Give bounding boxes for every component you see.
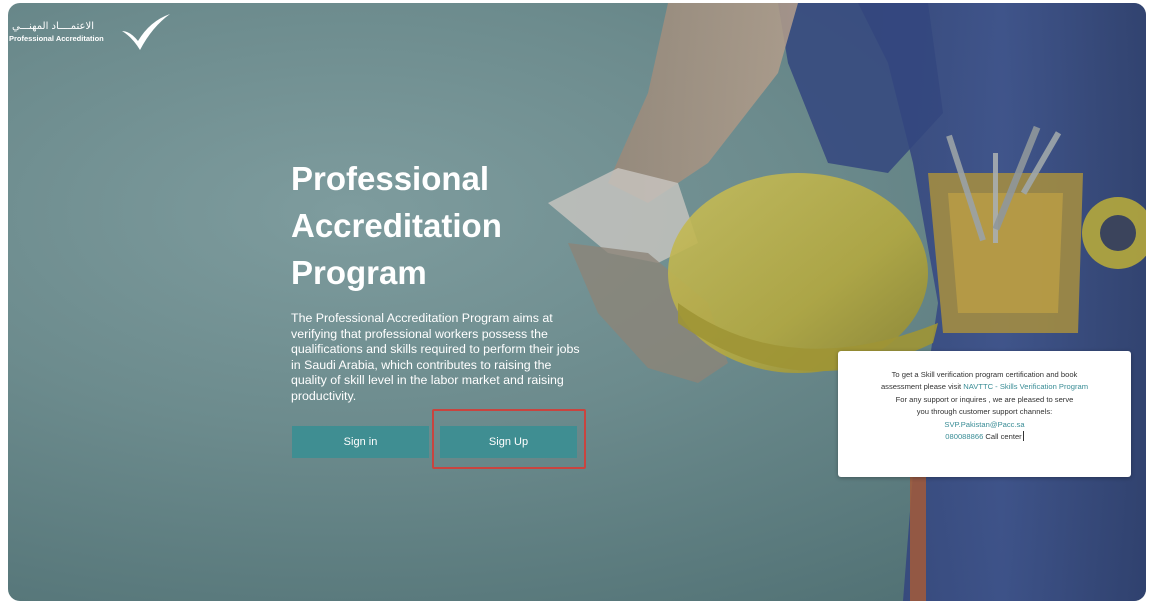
logo-english-text: Professional Accreditation <box>9 34 104 43</box>
info-line-3: For any support or inquires , we are ple… <box>895 394 1074 404</box>
logo-arabic-text: الاعتمــــاد المهنـــي <box>12 21 95 32</box>
info-line-2-prefix: assessment please visit <box>880 382 964 392</box>
logo[interactable]: الاعتمــــاد المهنـــي Professional Accr… <box>8 13 178 53</box>
support-info-card: To get a Skill verification program cert… <box>838 351 1131 477</box>
info-line-4: you through customer support channels: <box>916 407 1053 417</box>
hero-background-image <box>548 3 1146 601</box>
info-line-2: assessment please visit NAVTTC - Skills … <box>838 381 1131 393</box>
support-email-row: SVP.Pakistan@Pacc.sa <box>838 419 1131 431</box>
sign-in-button[interactable]: Sign in <box>292 426 429 458</box>
page-title: Professional Accreditation Program <box>291 160 502 291</box>
checkmark-logo-icon <box>122 14 170 50</box>
call-center-label: Call center <box>983 432 1022 442</box>
landing-page: الاعتمــــاد المهنـــي Professional Accr… <box>8 3 1146 601</box>
sign-up-button[interactable]: Sign Up <box>440 426 577 458</box>
program-description: The Professional Accreditation Program a… <box>291 311 580 403</box>
support-phone-link[interactable]: 080088866 <box>945 432 983 441</box>
navttc-link[interactable]: NAVTTC - Skills Verification Program <box>963 382 1088 391</box>
info-line-1: To get a Skill verification program cert… <box>891 370 1078 379</box>
text-caret <box>1022 431 1024 442</box>
support-phone-row: 080088866 Call center <box>838 431 1131 443</box>
support-email-link[interactable]: SVP.Pakistan@Pacc.sa <box>944 420 1024 429</box>
